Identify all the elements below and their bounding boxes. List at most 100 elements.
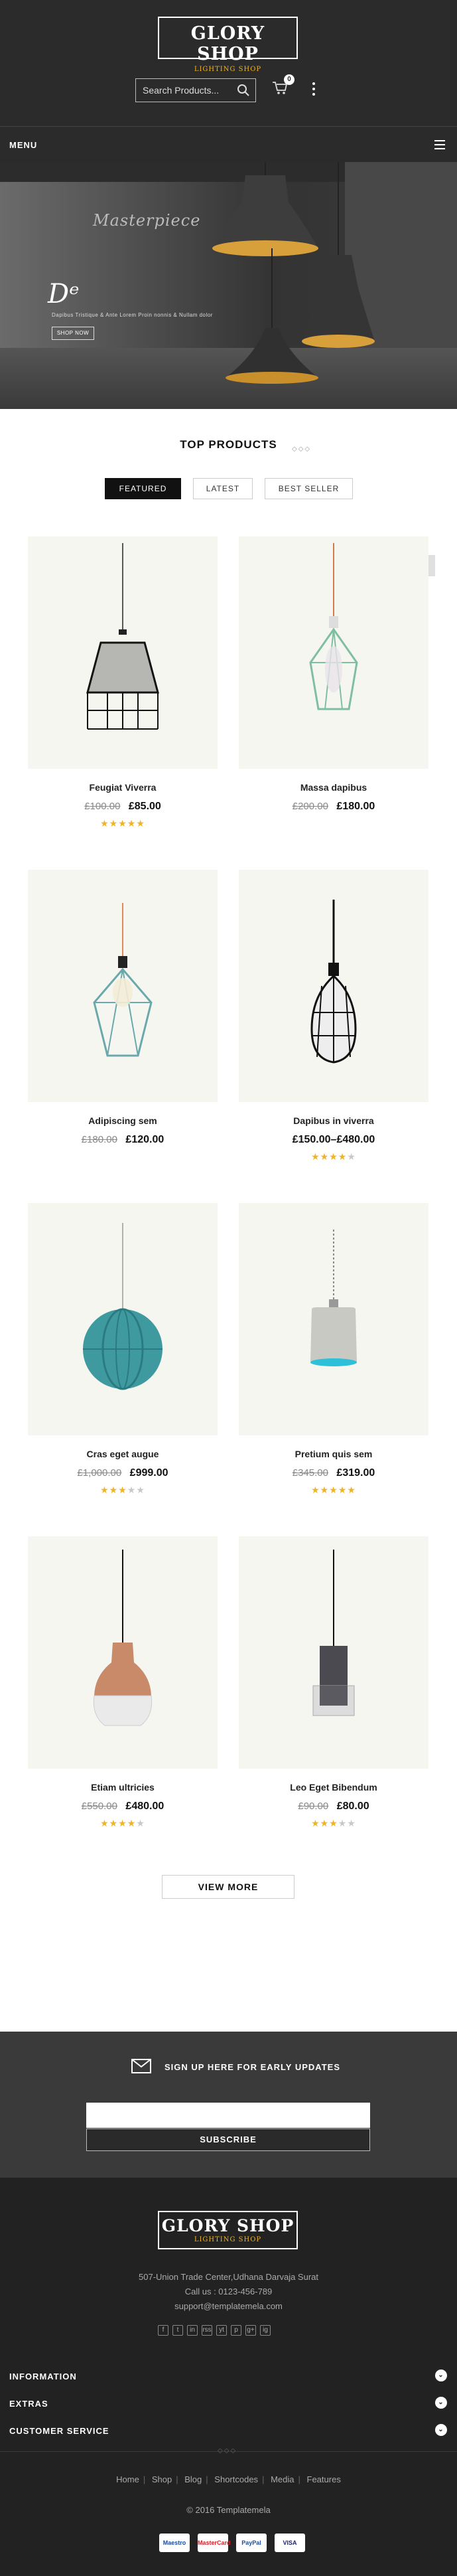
accordion-extras[interactable]: EXTRAS ⌄ <box>9 2397 447 2409</box>
visa-icon: VISA <box>275 2534 305 2552</box>
accordion-information[interactable]: INFORMATION ⌄ <box>9 2370 447 2381</box>
shop-now-button[interactable]: SHOP NOW <box>52 327 94 340</box>
banner-lamp-image <box>212 162 375 384</box>
star-filled-icon: ★ <box>338 1151 348 1162</box>
star-empty-icon: ★ <box>127 1485 137 1495</box>
star-empty-icon: ★ <box>136 1818 145 1828</box>
product-sale-price: £80.00 <box>336 1801 369 1812</box>
product-card[interactable]: Pretium quis sem £345.00 £319.00 ★★★★★ <box>239 1203 428 1496</box>
banner-tagline: Masterpiece <box>93 211 201 230</box>
star-filled-icon: ★ <box>118 1485 127 1495</box>
product-image[interactable] <box>239 1203 428 1435</box>
accordion-customer-service[interactable]: CUSTOMER SERVICE ⌄ <box>9 2424 447 2436</box>
product-image[interactable] <box>28 870 218 1102</box>
product-name[interactable]: Etiam ultricies <box>28 1782 218 1793</box>
product-old-price: £200.00 <box>292 801 328 812</box>
footer-email[interactable]: support@templatemela.com <box>0 2301 457 2311</box>
banner-script: Dᵉ <box>48 279 80 309</box>
product-price: £150.00–£480.00 <box>239 1134 428 1146</box>
star-filled-icon: ★ <box>109 1818 119 1828</box>
product-image[interactable] <box>28 536 218 769</box>
product-card[interactable]: Etiam ultricies £550.00 £480.00 ★★★★★ <box>28 1536 218 1829</box>
subscribe-button[interactable]: SUBSCRIBE <box>86 2129 370 2151</box>
tab-latest[interactable]: LATEST <box>193 478 253 499</box>
chevron-down-icon[interactable]: ⌄ <box>435 2424 447 2436</box>
product-old-price: £550.00 <box>81 1801 117 1812</box>
cart-count-badge: 0 <box>284 74 294 85</box>
rss-icon[interactable]: rss <box>202 2325 212 2336</box>
product-card[interactable]: Adipiscing sem £180.00 £120.00 <box>28 870 218 1151</box>
product-image[interactable] <box>239 870 428 1102</box>
product-name[interactable]: Feugiat Viverra <box>28 782 218 793</box>
footer-logo[interactable]: GLORY SHOP LIGHTING SHOP <box>158 2211 298 2249</box>
accordion-label: EXTRAS <box>9 2399 48 2409</box>
top-products-title: TOP PRODUCTS <box>180 438 277 451</box>
site-header: GLORY SHOP LIGHTING SHOP 0 <box>0 0 457 126</box>
footer-address: 507-Union Trade Center,Udhana Darvaja Su… <box>139 2272 318 2282</box>
star-filled-icon: ★ <box>320 1485 330 1495</box>
footer-link-shortcodes[interactable]: Shortcodes <box>214 2474 258 2484</box>
google-plus-icon[interactable]: g+ <box>245 2325 256 2336</box>
accordion-label: INFORMATION <box>9 2372 77 2381</box>
product-price: £550.00 £480.00 <box>28 1801 218 1812</box>
paypal-icon: PayPal <box>236 2534 267 2552</box>
product-image[interactable] <box>239 1536 428 1769</box>
star-filled-icon: ★ <box>109 818 119 829</box>
view-more-button[interactable]: VIEW MORE <box>162 1875 294 1899</box>
product-name[interactable]: Massa dapibus <box>239 782 428 793</box>
product-image[interactable] <box>28 1203 218 1435</box>
footer-phone: Call us : 0123-456-789 <box>184 2287 273 2296</box>
tab-featured[interactable]: FEATURED <box>105 478 181 499</box>
footer-link-home[interactable]: Home <box>116 2474 139 2484</box>
instagram-icon[interactable]: ig <box>260 2325 271 2336</box>
star-filled-icon: ★ <box>320 1151 330 1162</box>
product-price: £90.00 £80.00 <box>239 1801 428 1812</box>
footer-link-blog[interactable]: Blog <box>184 2474 202 2484</box>
star-empty-icon: ★ <box>136 1485 145 1495</box>
linkedin-icon[interactable]: in <box>187 2325 198 2336</box>
star-filled-icon: ★ <box>136 818 145 829</box>
facebook-icon[interactable]: f <box>158 2325 168 2336</box>
hamburger-icon[interactable] <box>434 140 445 152</box>
product-image[interactable] <box>28 1536 218 1769</box>
tab-best-seller[interactable]: BEST SELLER <box>265 478 353 499</box>
product-card[interactable]: Dapibus in viverra £150.00–£480.00 ★★★★★ <box>239 870 428 1163</box>
product-image[interactable] <box>239 536 428 769</box>
product-card[interactable]: Feugiat Viverra £100.00 £85.00 ★★★★★ <box>28 536 218 829</box>
product-old-price: £90.00 <box>298 1801 329 1812</box>
chevron-down-icon[interactable]: ⌄ <box>435 2397 447 2409</box>
menu-label[interactable]: MENU <box>9 140 37 150</box>
search-input[interactable] <box>136 85 229 96</box>
product-name[interactable]: Adipiscing sem <box>28 1115 218 1126</box>
star-filled-icon: ★ <box>338 1485 348 1495</box>
footer-link-media[interactable]: Media <box>271 2474 294 2484</box>
hero-banner: Masterpiece Dᵉ Dapibus Tristique & Ante … <box>0 162 457 409</box>
product-old-price: £1,000.00 <box>77 1467 122 1479</box>
product-card[interactable]: Cras eget augue £1,000.00 £999.00 ★★★★★ <box>28 1203 218 1496</box>
product-name[interactable]: Cras eget augue <box>28 1449 218 1459</box>
youtube-icon[interactable]: yt <box>216 2325 227 2336</box>
product-sale-price: £480.00 <box>125 1801 164 1812</box>
more-options-icon[interactable] <box>312 82 315 98</box>
chevron-down-icon[interactable]: ⌄ <box>435 2370 447 2381</box>
newsletter-email-input[interactable] <box>86 2103 370 2128</box>
product-card[interactable]: Massa dapibus £200.00 £180.00 <box>239 536 428 818</box>
product-name[interactable]: Pretium quis sem <box>239 1449 428 1459</box>
product-sale-price: £999.00 <box>129 1467 168 1479</box>
product-rating: ★★★★★ <box>239 1485 428 1496</box>
social-links: f t in rss yt p g+ ig <box>158 2325 275 2336</box>
footer-link-features[interactable]: Features <box>307 2474 341 2484</box>
star-filled-icon: ★ <box>100 1818 109 1828</box>
product-name[interactable]: Leo Eget Bibendum <box>239 1782 428 1793</box>
twitter-icon[interactable]: t <box>172 2325 183 2336</box>
site-logo[interactable]: GLORY SHOP LIGHTING SHOP <box>158 17 298 73</box>
footer-link-shop[interactable]: Shop <box>152 2474 172 2484</box>
search-icon[interactable] <box>237 84 250 100</box>
product-rating: ★★★★★ <box>28 1485 218 1496</box>
product-price: £1,000.00 £999.00 <box>28 1467 218 1479</box>
product-name[interactable]: Dapibus in viverra <box>239 1115 428 1126</box>
pinterest-icon[interactable]: p <box>231 2325 241 2336</box>
star-filled-icon: ★ <box>320 1818 330 1828</box>
product-card[interactable]: Leo Eget Bibendum £90.00 £80.00 ★★★★★ <box>239 1536 428 1829</box>
footer-logo-subtitle: LIGHTING SHOP <box>194 2236 262 2243</box>
